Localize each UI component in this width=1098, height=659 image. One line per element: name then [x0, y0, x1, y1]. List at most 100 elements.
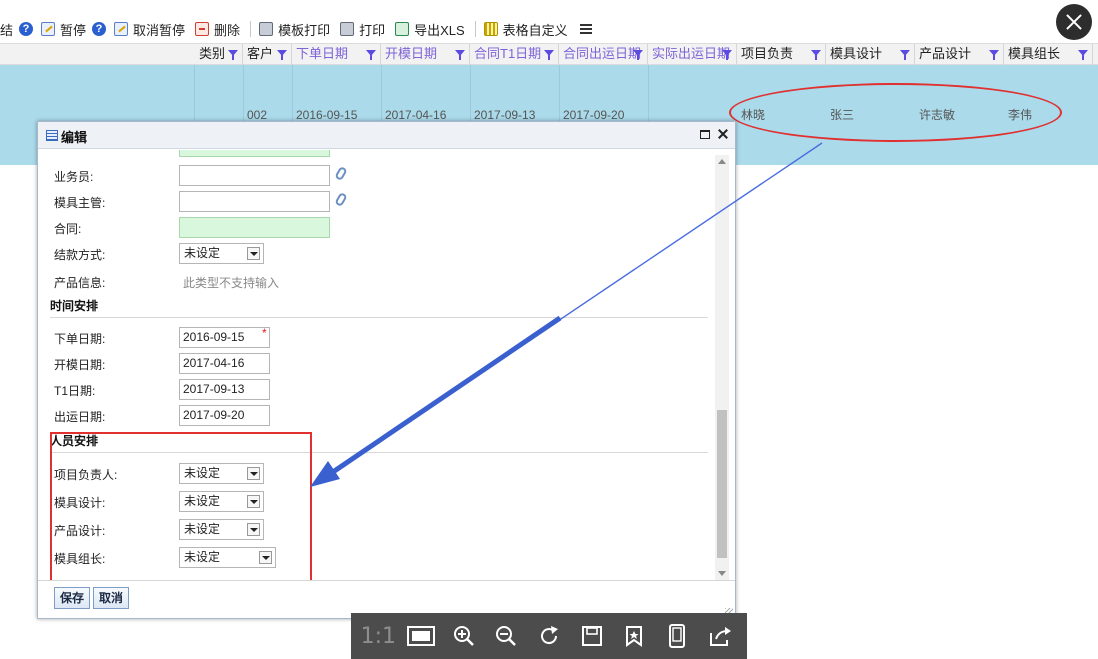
- filter-icon[interactable]: [544, 50, 554, 60]
- column-label: 模具组长: [1008, 46, 1061, 61]
- column-label: 合同T1日期: [474, 46, 542, 61]
- filter-icon[interactable]: [1078, 50, 1088, 60]
- grid-header: 类别 客户 下单日期 开模日期 合同T1日期 合同出运日期 实际出运日期 项目负…: [0, 43, 1098, 65]
- delete-button[interactable]: 删除: [195, 20, 240, 39]
- help-icon[interactable]: ?: [92, 22, 107, 36]
- print-button[interactable]: 打印: [340, 20, 385, 39]
- edit-icon: [114, 22, 129, 36]
- delete-icon: [195, 22, 210, 36]
- salesperson-input[interactable]: [179, 165, 330, 186]
- template-print-button[interactable]: 模板打印: [259, 20, 330, 39]
- column-header-category[interactable]: 类别: [195, 44, 243, 65]
- share-icon[interactable]: [705, 621, 735, 651]
- column-header-mold-leader[interactable]: 模具组长: [1004, 44, 1093, 65]
- attach-icon[interactable]: [334, 191, 348, 208]
- chevron-down-icon: [247, 247, 260, 260]
- save-button[interactable]: 保存: [54, 587, 91, 609]
- order-date-input[interactable]: 2016-09-15: [179, 327, 270, 348]
- actual-size-button[interactable]: 1:1: [361, 621, 396, 651]
- column-label: 实际出运日期: [652, 46, 731, 61]
- annotation-box: [50, 432, 312, 580]
- dialog-title: 编辑: [61, 130, 88, 145]
- schedule-section-title: 时间安排: [50, 299, 99, 313]
- column-label: 类别: [199, 46, 226, 61]
- viewer-toolbar: 1:1: [351, 613, 747, 659]
- fit-screen-icon[interactable]: [406, 621, 436, 651]
- bookmark-icon[interactable]: [619, 621, 649, 651]
- edit-dialog: 编辑 业务员: 模具主管: 合同: 结款方式: 未设定 产品信息: 此类型不支持…: [37, 121, 736, 619]
- column-label: 合同出运日期: [563, 46, 642, 61]
- customize-label: 表格自定义: [502, 22, 568, 38]
- payment-select[interactable]: 未设定: [179, 243, 264, 264]
- close-icon[interactable]: [716, 127, 730, 141]
- template-print-label: 模板打印: [278, 22, 331, 38]
- scroll-down-icon[interactable]: [718, 571, 726, 576]
- filter-icon[interactable]: [633, 50, 643, 60]
- zoom-in-icon[interactable]: [449, 621, 479, 651]
- t1-date-input[interactable]: 2017-09-13: [179, 379, 270, 400]
- column-header-customer[interactable]: 客户: [243, 44, 292, 65]
- rotate-icon[interactable]: [534, 621, 564, 651]
- dialog-body: 业务员: 模具主管: 合同: 结款方式: 未设定 产品信息: 此类型不支持输入 …: [38, 150, 735, 580]
- ship-date-label: 出运日期:: [54, 410, 106, 424]
- close-viewer-button[interactable]: [1056, 4, 1092, 40]
- column-header-ship-date[interactable]: 合同出运日期: [559, 44, 648, 65]
- mold-manager-input[interactable]: [179, 191, 330, 212]
- contract-input[interactable]: [179, 217, 330, 238]
- filter-icon[interactable]: [989, 50, 999, 60]
- export-label: 导出XLS: [414, 22, 465, 38]
- attach-icon[interactable]: [334, 165, 348, 182]
- maximize-icon[interactable]: [700, 130, 710, 139]
- toolbar-separator: [250, 21, 252, 37]
- column-header-mold-open-date[interactable]: 开模日期: [381, 44, 470, 65]
- column-header-t1-date[interactable]: 合同T1日期: [470, 44, 559, 65]
- filter-icon[interactable]: [900, 50, 910, 60]
- contract-label: 合同:: [54, 222, 82, 236]
- save-icon[interactable]: [577, 621, 607, 651]
- column-header-project-lead[interactable]: 项目负责: [737, 44, 826, 65]
- dialog-titlebar[interactable]: 编辑: [38, 122, 735, 149]
- column-label: 项目负责: [741, 46, 794, 61]
- table-icon: [483, 22, 498, 36]
- excel-icon: [395, 22, 410, 36]
- column-header-actual-ship-date[interactable]: 实际出运日期: [648, 44, 737, 65]
- scroll-up-icon[interactable]: [718, 159, 726, 164]
- toolbar-separator: [474, 21, 476, 37]
- column-header-mold-design[interactable]: 模具设计: [826, 44, 915, 65]
- field-above-green[interactable]: [179, 150, 330, 157]
- printer-icon: [259, 22, 274, 36]
- product-info-hint: 此类型不支持输入: [183, 276, 280, 290]
- scroll-thumb[interactable]: [717, 410, 727, 558]
- filter-icon[interactable]: [455, 50, 465, 60]
- product-info-label: 产品信息:: [54, 276, 106, 290]
- printer-icon: [340, 22, 355, 36]
- filter-icon[interactable]: [228, 50, 238, 60]
- column-label: 下单日期: [296, 46, 349, 61]
- filter-icon[interactable]: [366, 50, 376, 60]
- form-icon: [46, 130, 58, 141]
- customize-table-button[interactable]: 表格自定义: [483, 20, 568, 39]
- unpause-button[interactable]: 取消暂停: [114, 20, 185, 39]
- dialog-scrollbar[interactable]: [715, 155, 729, 580]
- export-xls-button[interactable]: 导出XLS: [395, 20, 465, 39]
- column-header-product-design[interactable]: 产品设计: [915, 44, 1004, 65]
- filter-icon[interactable]: [277, 50, 287, 60]
- zoom-out-icon[interactable]: [491, 621, 521, 651]
- filter-icon[interactable]: [811, 50, 821, 60]
- ship-date-input[interactable]: 2017-09-20: [179, 405, 270, 426]
- column-header-order-date[interactable]: 下单日期: [292, 44, 381, 65]
- help-icon[interactable]: ?: [19, 22, 34, 36]
- cancel-button[interactable]: 取消: [93, 587, 130, 609]
- menu-icon[interactable]: [579, 24, 592, 34]
- column-label: 模具设计: [830, 46, 883, 61]
- mold-open-date-label: 开模日期:: [54, 358, 106, 372]
- pause-label: 暂停: [60, 22, 87, 38]
- filter-icon[interactable]: [722, 50, 732, 60]
- pause-button[interactable]: 暂停: [41, 20, 86, 39]
- payment-value: 未设定: [184, 246, 221, 260]
- t1-date-label: T1日期:: [54, 384, 96, 398]
- mold-manager-label: 模具主管:: [54, 196, 106, 210]
- phone-icon[interactable]: [662, 621, 692, 651]
- payment-label: 结款方式:: [54, 248, 106, 262]
- mold-open-date-input[interactable]: 2017-04-16: [179, 353, 270, 374]
